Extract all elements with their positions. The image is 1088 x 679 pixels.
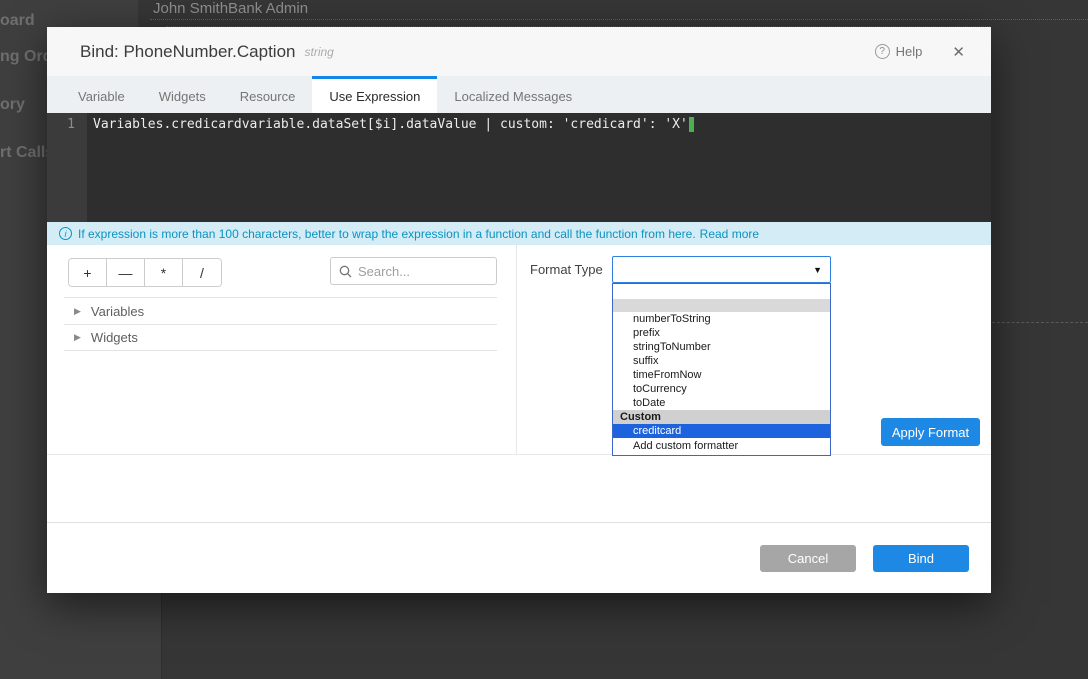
dialog-header: Bind: PhoneNumber.Caption string ? Help … [47,27,991,76]
info-icon: i [59,227,72,240]
dropdown-option-empty[interactable] [613,284,830,299]
chevron-down-icon: ▼ [813,265,822,275]
tab-resource[interactable]: Resource [223,76,313,113]
dialog-footer: Cancel Bind [47,522,991,593]
dropdown-option[interactable]: timeFromNow [613,368,830,382]
info-text: If expression is more than 100 character… [78,227,696,241]
multiply-operator-button[interactable]: * [145,259,183,286]
dropdown-option[interactable]: toDate [613,396,830,410]
format-type-label: Format Type [530,256,603,283]
chevron-right-icon: ▶ [74,306,81,317]
dropdown-option-add-custom-formatter[interactable]: Add custom formatter [613,438,830,454]
plus-operator-button[interactable]: + [69,259,107,286]
dialog-title: Bind: PhoneNumber.Caption [80,42,295,62]
format-type-dropdown: numberToString prefix stringToNumber suf… [612,283,831,456]
close-icon[interactable]: ✕ [948,41,969,63]
dropdown-group-header-custom: Custom [613,410,830,424]
editor-cursor [689,117,694,132]
bind-dialog: Bind: PhoneNumber.Caption string ? Help … [47,27,991,593]
background-dotted-line [150,19,1088,20]
format-panel: Format Type ▼ numberToString prefix stri… [518,245,991,454]
dropdown-option[interactable]: toCurrency [613,382,830,396]
editor-gutter: 1 [47,113,87,222]
search-input[interactable] [358,264,488,279]
cancel-button[interactable]: Cancel [760,545,856,572]
dropdown-option[interactable]: suffix [613,354,830,368]
apply-format-button[interactable]: Apply Format [881,418,980,446]
dropdown-option[interactable]: prefix [613,326,830,340]
dialog-content: + — * / ▶ Variables ▶ Widgets [47,245,991,455]
format-type-select[interactable]: ▼ [612,256,831,283]
tab-use-expression[interactable]: Use Expression [312,76,437,113]
binding-source-tree: ▶ Variables ▶ Widgets [64,297,497,351]
background-dashed-line [992,322,1088,323]
read-more-link[interactable]: Read more [700,227,759,241]
dropdown-option-empty-highlight[interactable] [613,299,830,312]
tab-widgets[interactable]: Widgets [142,76,223,113]
line-number: 1 [67,117,75,132]
background-sidebar-bottom [0,593,162,679]
operator-button-group: + — * / [68,258,222,287]
dialog-type-hint: string [304,45,333,59]
minus-operator-button[interactable]: — [107,259,145,286]
search-icon [339,265,352,278]
help-button[interactable]: ? Help [875,44,923,59]
dropdown-option-creditcard-selected[interactable]: creditcard [613,424,830,438]
expression-info-bar: i If expression is more than 100 charact… [47,222,991,245]
dialog-tabs: Variable Widgets Resource Use Expression… [47,76,991,113]
sidebar-item-fragment: oard [0,12,35,30]
expression-helpers-panel: + — * / ▶ Variables ▶ Widgets [47,245,517,454]
editor-code-line[interactable]: Variables.credicardvariable.dataSet[$i].… [87,113,991,222]
chevron-right-icon: ▶ [74,332,81,343]
sidebar-item-fragment: ory [0,96,25,114]
help-icon: ? [875,44,890,59]
dropdown-option[interactable]: stringToNumber [613,340,830,354]
tab-localized-messages[interactable]: Localized Messages [437,76,589,113]
tree-item-variables[interactable]: ▶ Variables [64,297,497,324]
help-label: Help [896,44,923,59]
background-user-header: John SmithBank Admin [153,0,308,17]
dialog-empty-section [47,455,991,522]
search-box[interactable] [330,257,497,285]
tree-item-widgets[interactable]: ▶ Widgets [64,324,497,351]
tab-variable[interactable]: Variable [61,76,142,113]
bind-button[interactable]: Bind [873,545,969,572]
expression-editor[interactable]: 1 Variables.credicardvariable.dataSet[$i… [47,113,991,222]
divide-operator-button[interactable]: / [183,259,221,286]
dropdown-option[interactable]: numberToString [613,312,830,326]
